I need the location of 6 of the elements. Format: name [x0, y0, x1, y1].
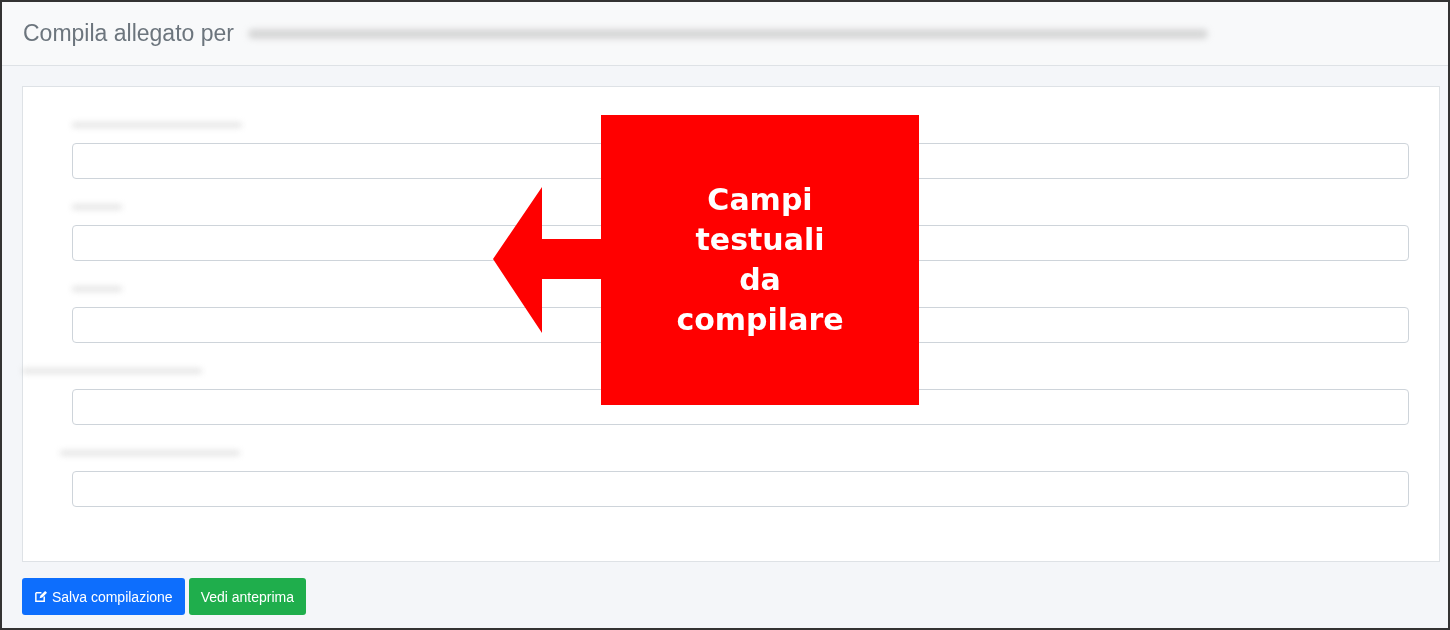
edit-icon — [34, 590, 47, 603]
page-title: Compila allegato per — [23, 20, 234, 47]
input-field[interactable] — [72, 471, 1409, 507]
action-button[interactable]: Salva compilazione — [22, 578, 185, 615]
callout-text: Campi testuali da compilare — [675, 181, 845, 339]
action-button[interactable]: Vedi anteprima — [188, 578, 307, 615]
